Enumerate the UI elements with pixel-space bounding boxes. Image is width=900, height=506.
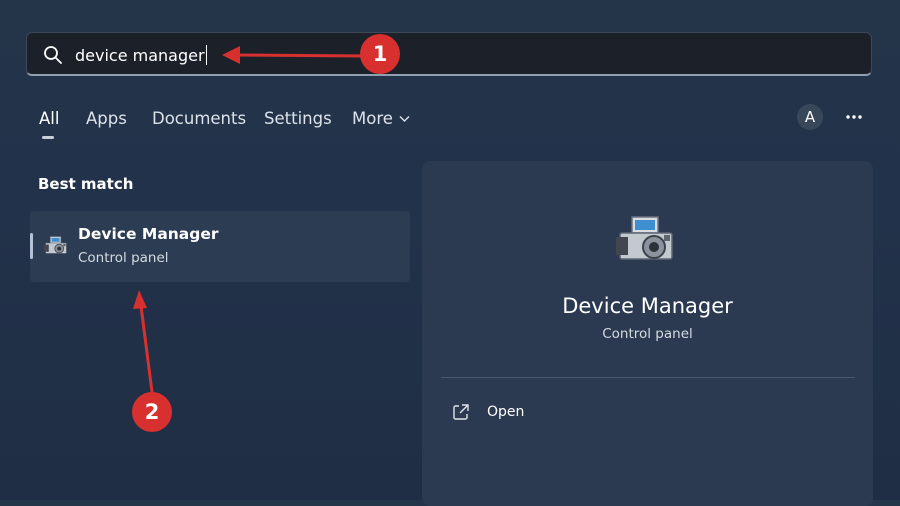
open-external-icon xyxy=(453,404,469,420)
device-manager-large-icon xyxy=(616,216,673,260)
ellipsis-icon[interactable] xyxy=(841,104,867,130)
search-query: device manager xyxy=(75,46,205,65)
search-box[interactable]: device manager xyxy=(26,32,872,76)
selection-indicator xyxy=(30,233,33,259)
open-action[interactable]: Open xyxy=(452,399,572,427)
tab-more[interactable]: More xyxy=(352,108,410,130)
annotation-marker-1: 1 xyxy=(360,34,400,74)
tab-apps[interactable]: Apps xyxy=(86,108,127,130)
device-manager-icon xyxy=(44,236,67,254)
best-match-heading: Best match xyxy=(38,175,134,193)
open-label: Open xyxy=(487,404,525,420)
search-input[interactable]: device manager xyxy=(75,45,207,66)
arrow-2 xyxy=(133,290,154,394)
tab-documents[interactable]: Documents xyxy=(152,108,246,130)
account-avatar[interactable]: A xyxy=(797,104,823,130)
chevron-down-icon xyxy=(399,116,410,122)
search-icon xyxy=(44,46,62,64)
text-caret xyxy=(205,45,207,65)
annotation-marker-2: 2 xyxy=(132,392,172,432)
tab-more-label: More xyxy=(352,109,393,128)
result-subtitle: Control panel xyxy=(78,250,169,266)
preview-divider xyxy=(441,377,855,378)
preview-panel: Device Manager Control panel Open xyxy=(422,161,873,506)
result-title: Device Manager xyxy=(78,225,219,243)
preview-title: Device Manager xyxy=(562,294,733,318)
result-item-device-manager[interactable]: Device Manager Control panel xyxy=(30,211,410,282)
tab-all[interactable]: All xyxy=(39,108,59,130)
preview-subtitle: Control panel xyxy=(602,326,693,342)
tab-settings[interactable]: Settings xyxy=(264,108,332,130)
tab-active-indicator xyxy=(42,136,54,139)
